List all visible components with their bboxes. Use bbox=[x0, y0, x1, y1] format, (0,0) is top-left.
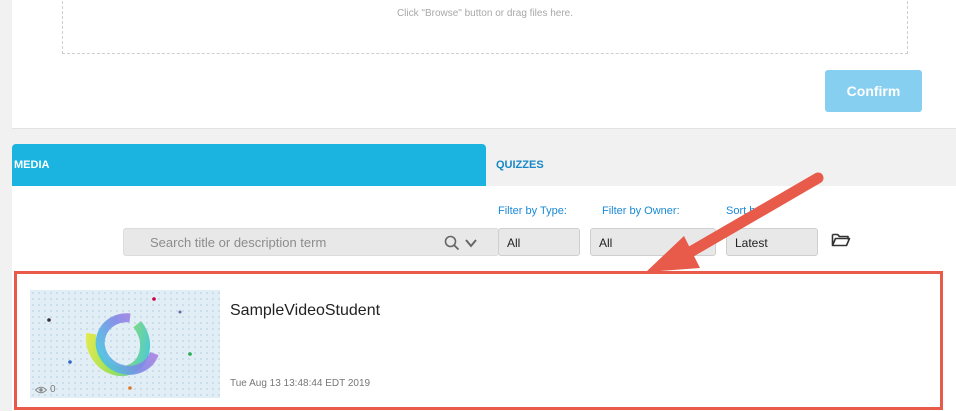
confirm-button[interactable]: Confirm bbox=[825, 70, 922, 112]
search-input[interactable]: Search title or description term bbox=[123, 228, 499, 256]
filter-type-label: Filter by Type: bbox=[498, 205, 567, 217]
file-dropzone[interactable]: Click "Browse" button or drag files here… bbox=[62, 0, 908, 54]
chevron-down-icon[interactable] bbox=[463, 235, 479, 251]
search-icon[interactable] bbox=[443, 234, 461, 252]
media-item[interactable]: 0 SampleVideoStudent Tue Aug 13 13:48:44… bbox=[12, 268, 956, 411]
media-title[interactable]: SampleVideoStudent bbox=[230, 302, 380, 320]
sort-label: Sort by: bbox=[726, 205, 764, 217]
sort-select[interactable]: Latest bbox=[726, 228, 818, 256]
dropzone-text: Click "Browse" button or drag files here… bbox=[396, 8, 574, 19]
view-count-value: 0 bbox=[50, 384, 56, 395]
tab-quizzes[interactable]: QUIZZES bbox=[496, 159, 544, 171]
search-placeholder: Search title or description term bbox=[150, 235, 327, 250]
filter-owner-label: Filter by Owner: bbox=[602, 205, 680, 217]
filter-type-select[interactable]: All bbox=[498, 228, 580, 256]
filter-owner-select[interactable]: All bbox=[590, 228, 716, 256]
video-thumbnail[interactable]: 0 bbox=[30, 290, 220, 398]
media-tabs: MEDIA QUIZZES bbox=[12, 144, 956, 186]
thumbnail-image bbox=[30, 290, 220, 398]
view-count: 0 bbox=[35, 384, 56, 395]
media-content: Search title or description term Filter … bbox=[12, 186, 956, 411]
media-date: Tue Aug 13 13:48:44 EDT 2019 bbox=[230, 378, 371, 389]
eye-icon bbox=[35, 386, 47, 393]
upload-panel: Click "Browse" button or drag files here… bbox=[12, 0, 956, 129]
folder-icon[interactable] bbox=[831, 231, 851, 249]
tab-media[interactable]: MEDIA bbox=[12, 144, 486, 186]
